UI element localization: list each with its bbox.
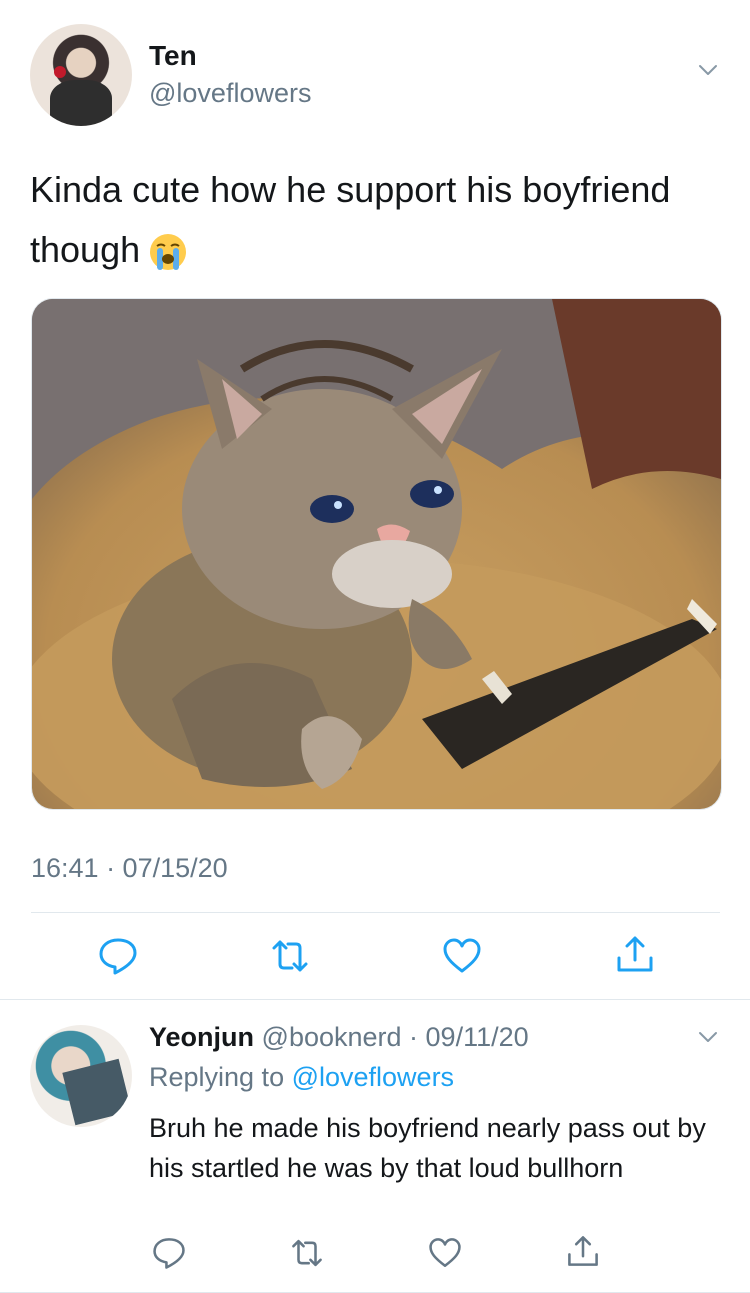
like-icon[interactable]: [442, 936, 482, 976]
crying-cat-holding-phone-image: [32, 299, 721, 809]
tweet-text-content: Kinda cute how he support his boyfriend …: [30, 169, 671, 270]
reply-icon[interactable]: [152, 1236, 186, 1270]
main-tweet: Ten @loveflowers Kinda cute how he suppo…: [0, 0, 750, 1000]
tweet-text: Kinda cute how he support his boyfriend …: [30, 160, 690, 280]
replying-to-prefix: Replying to: [149, 1062, 292, 1092]
reply-author-avatar[interactable]: [30, 1025, 132, 1127]
reply-date[interactable]: 09/11/20: [426, 1022, 529, 1052]
loudly-crying-face-emoji-icon: [150, 234, 187, 271]
reply-tweet[interactable]: Yeonjun @booknerd · 09/11/20 Replying to…: [0, 1000, 750, 1292]
replying-to-mention[interactable]: @loveflowers: [292, 1062, 454, 1092]
reply-icon[interactable]: [98, 936, 138, 976]
reply-author-handle[interactable]: @booknerd: [262, 1022, 402, 1052]
replying-to: Replying to @loveflowers: [149, 1062, 454, 1093]
share-icon[interactable]: [615, 934, 655, 974]
reply-header: Yeonjun @booknerd · 09/11/20: [149, 1022, 529, 1053]
retweet-icon[interactable]: [270, 936, 310, 976]
reply-text: Bruh he made his boyfriend nearly pass o…: [149, 1113, 706, 1183]
chevron-down-icon[interactable]: [698, 1027, 718, 1047]
reply-author-display-name[interactable]: Yeonjun: [149, 1022, 254, 1052]
retweet-icon[interactable]: [290, 1236, 324, 1270]
reply-separator: ·: [401, 1022, 426, 1052]
like-icon[interactable]: [428, 1236, 462, 1270]
chevron-down-icon[interactable]: [698, 60, 718, 80]
author-display-name[interactable]: Ten: [149, 40, 197, 72]
divider: [31, 912, 720, 913]
author-handle[interactable]: @loveflowers: [149, 78, 311, 109]
tweet-image[interactable]: [31, 298, 722, 810]
share-icon[interactable]: [566, 1234, 600, 1268]
tweet-timestamp[interactable]: 16:41 · 07/15/20: [31, 853, 228, 884]
author-avatar[interactable]: [30, 24, 132, 126]
